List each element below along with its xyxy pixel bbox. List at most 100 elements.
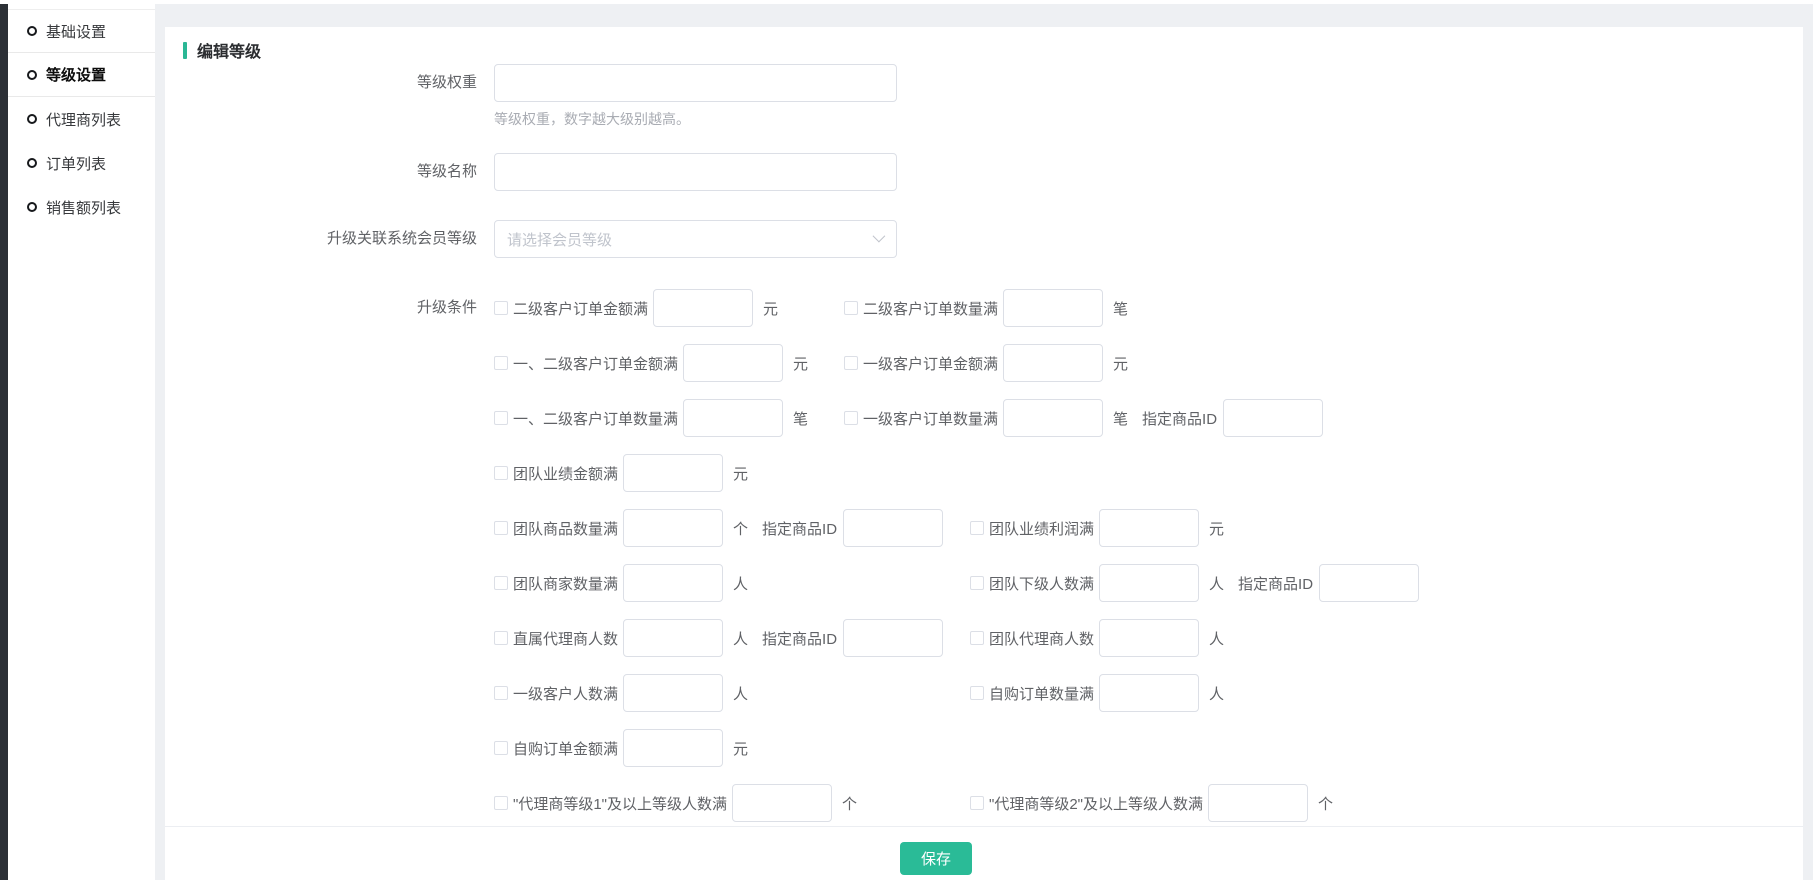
condition-label: 团队代理商人数 xyxy=(989,628,1094,649)
condition-checkbox[interactable] xyxy=(970,796,984,810)
sidebar-item-label: 销售额列表 xyxy=(46,197,121,218)
condition-value-input[interactable] xyxy=(1003,289,1103,327)
section-accent-bar xyxy=(183,42,187,59)
member-level-select[interactable]: 请选择会员等级 xyxy=(494,220,897,258)
condition-label: 一级客户订单数量满 xyxy=(863,408,998,429)
sidebar-item[interactable]: 订单列表 xyxy=(8,141,155,185)
sidebar-item-label: 基础设置 xyxy=(46,21,106,42)
condition-checkbox[interactable] xyxy=(970,521,984,535)
condition-value-input[interactable] xyxy=(683,399,783,437)
sidebar-item[interactable]: 销售额列表 xyxy=(8,185,155,229)
condition-value-input[interactable] xyxy=(683,344,783,382)
condition-value-input[interactable] xyxy=(623,619,723,657)
sidebar-item-label: 代理商列表 xyxy=(46,109,121,130)
condition-item: 一、二级客户订单金额满元 xyxy=(494,344,844,382)
condition-value-input[interactable] xyxy=(623,509,723,547)
level-name-input[interactable] xyxy=(494,153,897,191)
condition-value-input[interactable] xyxy=(1099,619,1199,657)
form-row-conditions: 升级条件 二级客户订单金额满元二级客户订单数量满笔一、二级客户订单金额满元一级客… xyxy=(183,289,1803,826)
level-name-label: 等级名称 xyxy=(183,153,477,191)
condition-checkbox[interactable] xyxy=(494,466,508,480)
sidebar: 基础设置等级设置代理商列表订单列表销售额列表 xyxy=(8,4,155,880)
sidebar-item[interactable]: 代理商列表 xyxy=(8,97,155,141)
condition-label: 团队下级人数满 xyxy=(989,573,1094,594)
form-footer: 保存 xyxy=(165,826,1803,880)
condition-value-input[interactable] xyxy=(653,289,753,327)
member-level-label: 升级关联系统会员等级 xyxy=(183,220,477,258)
condition-value-input[interactable] xyxy=(1003,399,1103,437)
unit-label: 笔 xyxy=(1113,298,1128,319)
condition-checkbox[interactable] xyxy=(844,301,858,315)
condition-checkbox[interactable] xyxy=(970,576,984,590)
condition-label: "代理商等级1"及以上等级人数满 xyxy=(513,793,727,814)
condition-label: 团队商品数量满 xyxy=(513,518,618,539)
condition-checkbox[interactable] xyxy=(494,356,508,370)
sidebar-item[interactable]: 基础设置 xyxy=(8,9,155,53)
unit-label: 元 xyxy=(1209,518,1224,539)
condition-checkbox[interactable] xyxy=(494,796,508,810)
condition-label: 直属代理商人数 xyxy=(513,628,618,649)
condition-checkbox[interactable] xyxy=(970,631,984,645)
section-header: 编辑等级 xyxy=(183,41,1803,59)
condition-checkbox[interactable] xyxy=(494,686,508,700)
condition-item: 二级客户订单金额满元 xyxy=(494,289,844,327)
form-row-level-name: 等级名称 xyxy=(183,153,1803,191)
condition-row: 自购订单金额满元 xyxy=(494,729,1419,767)
condition-item: 一级客户订单金额满 元 xyxy=(844,344,1128,382)
save-button[interactable]: 保存 xyxy=(900,842,972,875)
condition-value-input[interactable] xyxy=(1099,564,1199,602)
form-row-level-weight: 等级权重 等级权重，数字越大级别越高。 xyxy=(183,64,1803,129)
condition-item: "代理商等级1"及以上等级人数满个 xyxy=(494,784,970,822)
product-id-label: 指定商品ID xyxy=(762,518,837,539)
condition-value-input[interactable] xyxy=(623,454,723,492)
condition-item: 团队代理商人数人 xyxy=(970,619,1224,657)
sidebar-item[interactable]: 等级设置 xyxy=(8,53,155,97)
condition-checkbox[interactable] xyxy=(494,576,508,590)
sidebar-item-label: 订单列表 xyxy=(46,153,106,174)
condition-value-input[interactable] xyxy=(623,674,723,712)
level-weight-label: 等级权重 xyxy=(183,64,477,102)
condition-label: 自购订单数量满 xyxy=(989,683,1094,704)
level-weight-input[interactable] xyxy=(494,64,897,102)
condition-value-input[interactable] xyxy=(623,729,723,767)
condition-label: 团队业绩利润满 xyxy=(989,518,1094,539)
condition-value-input[interactable] xyxy=(732,784,832,822)
condition-checkbox[interactable] xyxy=(844,356,858,370)
product-id-input[interactable] xyxy=(843,509,943,547)
condition-label: 一级客户订单金额满 xyxy=(863,353,998,374)
condition-checkbox[interactable] xyxy=(970,686,984,700)
condition-label: 团队商家数量满 xyxy=(513,573,618,594)
condition-value-input[interactable] xyxy=(1003,344,1103,382)
unit-label: 个 xyxy=(1318,793,1333,814)
unit-label: 个 xyxy=(733,518,748,539)
condition-item: 团队下级人数满人指定商品ID xyxy=(970,564,1419,602)
product-id-input[interactable] xyxy=(1223,399,1323,437)
left-rail xyxy=(0,4,8,880)
condition-value-input[interactable] xyxy=(623,564,723,602)
condition-checkbox[interactable] xyxy=(494,301,508,315)
condition-row: 一、二级客户订单数量满笔一级客户订单数量满笔指定商品ID xyxy=(494,399,1419,437)
unit-label: 元 xyxy=(1113,353,1128,374)
condition-checkbox[interactable] xyxy=(494,521,508,535)
product-id-input[interactable] xyxy=(843,619,943,657)
condition-label: 二级客户订单金额满 xyxy=(513,298,648,319)
condition-value-input[interactable] xyxy=(1208,784,1308,822)
condition-value-input[interactable] xyxy=(1099,674,1199,712)
unit-label: 人 xyxy=(1209,683,1224,704)
condition-value-input[interactable] xyxy=(1099,509,1199,547)
condition-label: 一、二级客户订单金额满 xyxy=(513,353,678,374)
conditions-list: 二级客户订单金额满元二级客户订单数量满笔一、二级客户订单金额满元一级客户订单金额… xyxy=(494,289,1419,826)
condition-checkbox[interactable] xyxy=(494,741,508,755)
unit-label: 人 xyxy=(1209,573,1224,594)
product-id-input[interactable] xyxy=(1319,564,1419,602)
condition-checkbox[interactable] xyxy=(494,411,508,425)
condition-row: 一、二级客户订单金额满元一级客户订单金额满 元 xyxy=(494,344,1419,382)
condition-checkbox[interactable] xyxy=(494,631,508,645)
condition-item: 自购订单数量满 人 xyxy=(970,674,1224,712)
unit-label: 人 xyxy=(733,573,748,594)
condition-checkbox[interactable] xyxy=(844,411,858,425)
product-id-label: 指定商品ID xyxy=(762,628,837,649)
product-id-label: 指定商品ID xyxy=(1142,408,1217,429)
condition-item: 二级客户订单数量满笔 xyxy=(844,289,1128,327)
condition-row: 团队业绩金额满元 xyxy=(494,454,1419,492)
